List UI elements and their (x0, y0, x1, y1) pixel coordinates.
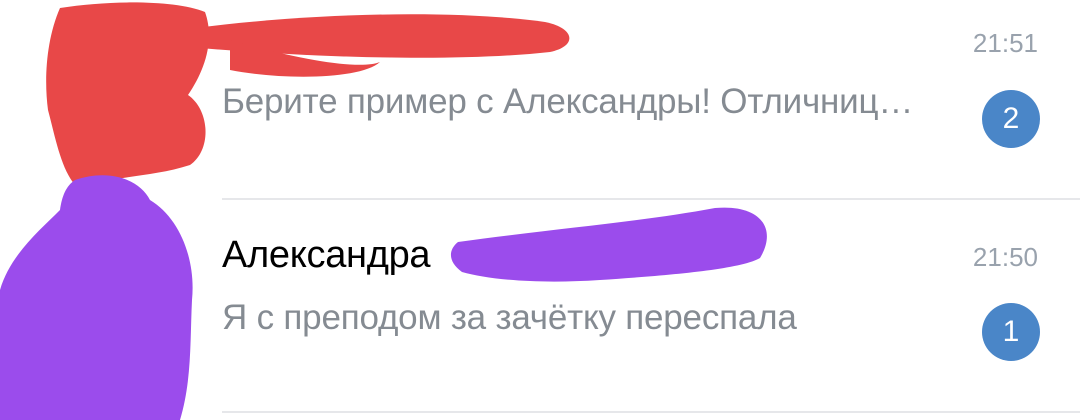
chat-name: Александра (222, 234, 431, 276)
chat-preview: Берите пример с Александры! Отличниц… (222, 82, 914, 121)
unread-badge: 1 (982, 303, 1040, 361)
chat-time: 21:51 (972, 28, 1038, 58)
chat-preview: Я с преподом за зачётку переспала (222, 298, 797, 337)
chat-time: 21:50 (972, 242, 1038, 272)
chat-row[interactable]: Берите пример с Александры! Отличниц… 21… (0, 0, 1080, 198)
chat-list: Берите пример с Александры! Отличниц… 21… (0, 0, 1080, 420)
unread-badge: 2 (982, 90, 1040, 148)
chat-row[interactable]: Александра Я с преподом за зачётку перес… (0, 200, 1080, 413)
divider (222, 411, 1080, 413)
